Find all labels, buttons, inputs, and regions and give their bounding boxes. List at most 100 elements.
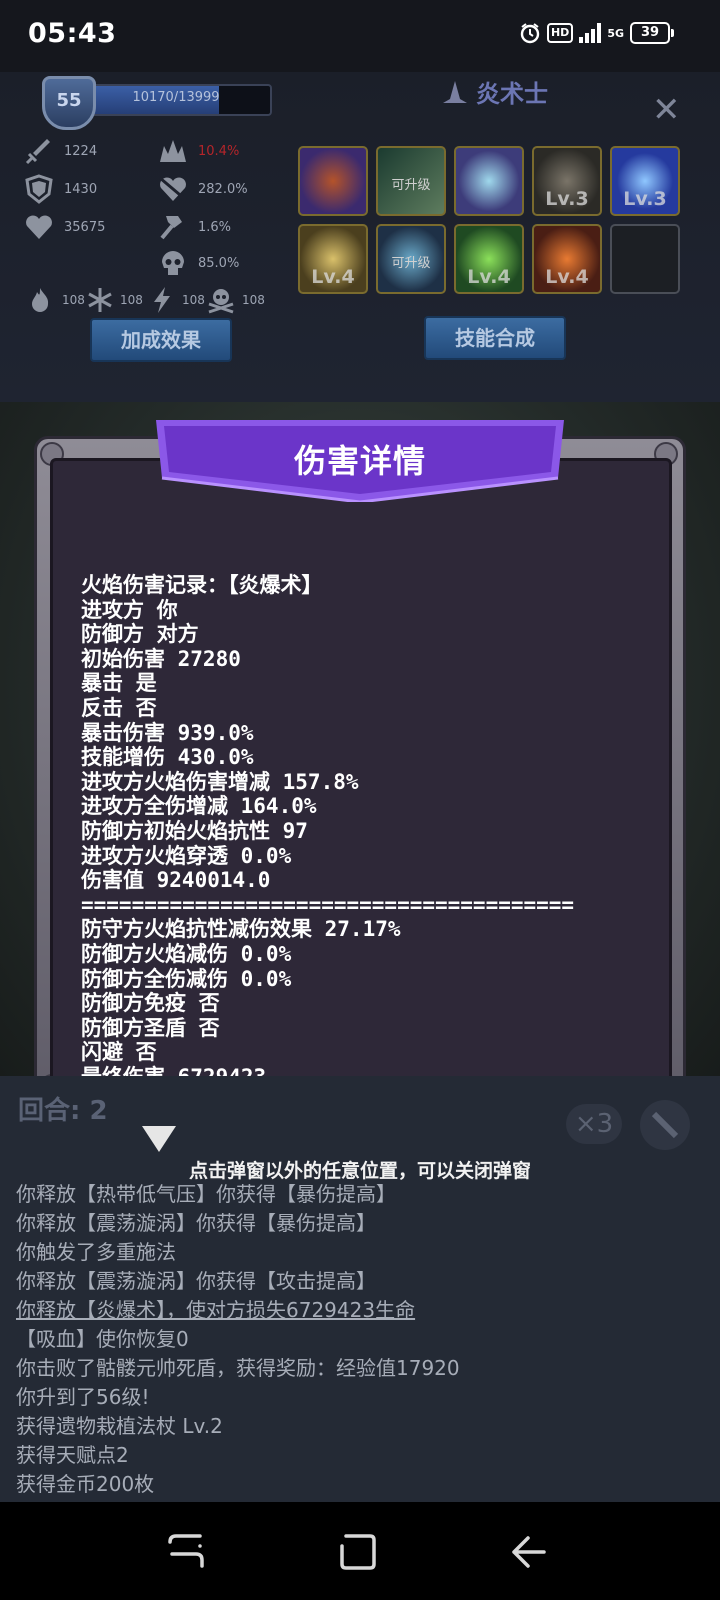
skull-icon — [158, 248, 188, 278]
skull-crossbones-icon — [208, 289, 234, 314]
modal-title: 伤害详情 — [293, 442, 426, 480]
damage-detail-line: 进攻方 你 — [81, 597, 178, 622]
hd-badge: HD — [546, 23, 574, 43]
status-time: 05:43 — [28, 18, 117, 49]
damage-detail-line: 暴击 是 — [81, 671, 157, 696]
round-counter: 回合: 2 — [18, 1096, 108, 1126]
skill-slot-7[interactable]: 可升级 — [376, 224, 446, 294]
combat-log-line: 你释放【震荡漩涡】你获得【暴伤提高】 — [16, 1211, 376, 1235]
stat-hp: 35675 — [24, 212, 105, 242]
alarm-icon — [520, 23, 540, 44]
damage-detail-line: ======================================= — [81, 892, 575, 917]
status-icons: HD 5G 39 — [519, 22, 674, 44]
combat-log-line: 你释放【热带低气压】你获得【暴伤提高】 — [16, 1182, 396, 1206]
skill-slot-3[interactable] — [454, 146, 524, 216]
resist-fire-value: 108 — [62, 293, 85, 307]
combat-log-line: 获得遗物栽植法杖 Lv.2 — [16, 1414, 223, 1438]
combat-log-line: 你升到了56级! — [16, 1385, 150, 1409]
stat-crit-damage-value: 282.0% — [198, 181, 248, 197]
damage-detail-line: 防御方 对方 — [81, 622, 199, 647]
damage-detail-line: 进攻方火焰穿透 0.0% — [81, 843, 292, 868]
damage-detail-line: 防御方全伤减伤 0.0% — [81, 966, 292, 991]
skill-slot-1[interactable] — [298, 146, 368, 216]
skill-slot-2-status: 可升级 — [391, 178, 431, 193]
signal-icon — [579, 23, 602, 43]
fire-icon — [32, 288, 49, 312]
network-type: 5G — [607, 26, 624, 40]
auto-battle-button[interactable] — [640, 1100, 690, 1150]
damage-detail-line: 暴击伤害 939.0% — [81, 720, 254, 745]
stat-a: 1.6% — [158, 212, 231, 242]
damage-detail-line: 防御方火焰减伤 0.0% — [81, 941, 292, 966]
resist-lightning-value: 108 — [182, 293, 205, 307]
stat-hp-value: 35675 — [64, 219, 106, 235]
stat-crit-damage: 282.0% — [158, 174, 248, 204]
damage-detail-line: 技能增伤 430.0% — [81, 745, 254, 770]
combat-log-line: 你释放【震荡漩涡】你获得【攻击提高】 — [16, 1269, 376, 1293]
damage-detail-line: 反击 否 — [81, 695, 157, 720]
sword-icon — [24, 136, 54, 166]
stat-attack: 1224 — [24, 136, 97, 166]
stat-b: 85.0% — [158, 248, 239, 278]
recents-icon[interactable] — [166, 1532, 206, 1572]
resist-poison-value: 108 — [242, 293, 265, 307]
resist-ice: 108 — [86, 286, 143, 314]
class-name-label: 炎术士 — [476, 80, 548, 108]
stat-b-value: 85.0% — [198, 255, 240, 271]
combat-log-lines: 你释放【热带低气压】你获得【暴伤提高】 你释放【震荡漩涡】你获得【暴伤提高】 你触发… — [16, 1180, 460, 1499]
skill-slot-2[interactable]: 可升级 — [376, 146, 446, 216]
snowflake-icon — [88, 288, 112, 312]
bonus-effect-button[interactable]: 加成效果 — [90, 318, 232, 362]
close-panel-button[interactable]: ✕ — [652, 90, 681, 130]
resist-ice-value: 108 — [120, 293, 143, 307]
burst-icon — [158, 136, 188, 166]
broken-heart-icon — [158, 174, 188, 204]
skill-slot-empty[interactable] — [610, 224, 680, 294]
damage-detail-lines: 火焰伤害记录：【炎爆术】 进攻方 你防御方 对方 初始伤害 27280 暴击 是反击 … — [81, 573, 575, 1085]
stat-a-value: 1.6% — [198, 219, 232, 235]
skill-slot-5[interactable]: Lv.3 — [610, 146, 680, 216]
skill-slot-8[interactable]: Lv.4 — [454, 224, 524, 294]
damage-detail-line: 伤害值 9240014.0 — [81, 868, 271, 893]
battery-icon: 39 — [630, 22, 674, 44]
stat-defense: 1430 — [24, 174, 97, 204]
arrow-down-icon — [142, 1126, 176, 1152]
exp-text: 10170/13999 — [132, 90, 220, 105]
combat-log-line: 你释放【炎爆术】，使对方损失6729423生命 — [16, 1298, 416, 1322]
wizard-hat-icon — [443, 80, 467, 103]
resist-poison: 108 — [206, 286, 265, 314]
skill-slot-7-status: 可升级 — [391, 256, 431, 271]
damage-detail-line: 进攻方全伤增减 164.0% — [81, 794, 317, 819]
skill-slot-9-level: Lv.4 — [545, 266, 589, 288]
close-hint: 点击弹窗以外的任意位置，可以关闭弹窗 — [188, 1160, 531, 1182]
heart-icon — [24, 212, 54, 242]
combat-log-line: 获得金币200枚 — [16, 1472, 155, 1496]
damage-detail-line: 防御方免疫 否 — [81, 991, 220, 1016]
damage-detail-line: 闪避 否 — [81, 1040, 157, 1065]
skill-slot-4[interactable]: Lv.3 — [532, 146, 602, 216]
skill-slot-5-level: Lv.3 — [623, 188, 667, 210]
damage-detail-line: 防御方初始火焰抗性 97 — [81, 818, 308, 843]
level-badge: 55 — [42, 76, 96, 130]
home-icon[interactable] — [338, 1532, 378, 1572]
lightning-icon — [154, 287, 170, 313]
combat-log-line: 你击败了骷髅元帅死盾，获得奖励：经验值17920 — [16, 1356, 460, 1380]
stat-crit-rate: 10.4% — [158, 136, 239, 166]
combat-log-line: 【吸血】使你恢复0 — [16, 1327, 189, 1351]
combat-log-line: 你触发了多重施法 — [16, 1240, 176, 1264]
resist-lightning: 108 — [150, 286, 205, 314]
skill-slot-9[interactable]: Lv.4 — [532, 224, 602, 294]
skill-slot-4-level: Lv.3 — [545, 188, 589, 210]
sword-icon — [651, 1111, 679, 1139]
skill-slot-6-level: Lv.4 — [311, 266, 355, 288]
skill-slot-6[interactable]: Lv.4 — [298, 224, 368, 294]
skill-synthesis-button[interactable]: 技能合成 — [424, 316, 566, 360]
speed-toggle-button[interactable]: ×3 — [566, 1104, 622, 1144]
shield-icon — [24, 174, 54, 204]
back-icon[interactable] — [508, 1532, 548, 1572]
stat-defense-value: 1430 — [64, 181, 98, 197]
skill-slot-8-level: Lv.4 — [467, 266, 511, 288]
hammer-icon — [158, 212, 188, 242]
damage-detail-content[interactable]: 火焰伤害记录：【炎爆术】 进攻方 你防御方 对方 初始伤害 27280 暴击 是反击 … — [50, 458, 672, 1088]
damage-detail-line: 防守方火焰抗性减伤效果 27.17% — [81, 917, 401, 942]
